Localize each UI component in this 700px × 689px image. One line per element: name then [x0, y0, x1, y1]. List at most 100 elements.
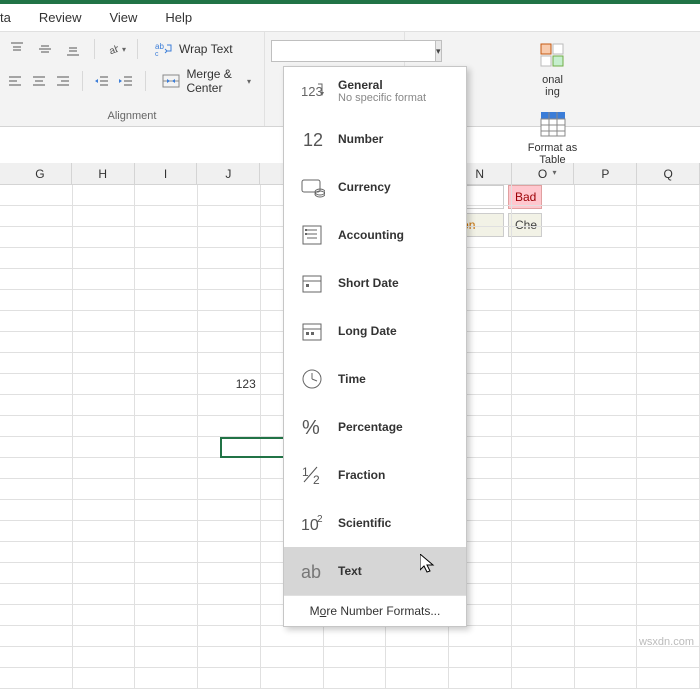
cell[interactable] — [637, 206, 700, 227]
cell[interactable] — [10, 290, 73, 311]
cell[interactable] — [135, 395, 198, 416]
cell[interactable] — [637, 584, 700, 605]
cell[interactable] — [575, 521, 638, 542]
format-option-shortdate[interactable]: Short Date — [284, 259, 466, 307]
cell[interactable] — [73, 206, 136, 227]
cell[interactable] — [73, 374, 136, 395]
cell[interactable] — [135, 437, 198, 458]
format-option-number[interactable]: 12Number — [284, 115, 466, 163]
cell[interactable] — [73, 185, 136, 206]
cell[interactable] — [135, 500, 198, 521]
cell[interactable] — [637, 332, 700, 353]
cell[interactable] — [73, 332, 136, 353]
cell[interactable] — [198, 584, 261, 605]
cell[interactable] — [512, 668, 575, 689]
cell[interactable] — [512, 395, 575, 416]
cell[interactable] — [575, 206, 638, 227]
cell[interactable] — [73, 458, 136, 479]
cell[interactable] — [637, 374, 700, 395]
cell[interactable] — [637, 458, 700, 479]
cell[interactable] — [575, 500, 638, 521]
decrease-indent-icon[interactable] — [93, 70, 111, 92]
cell[interactable] — [198, 500, 261, 521]
cell[interactable] — [10, 374, 73, 395]
cell[interactable] — [198, 227, 261, 248]
cell[interactable] — [575, 332, 638, 353]
cell[interactable] — [73, 227, 136, 248]
cell[interactable] — [198, 437, 261, 458]
cell[interactable] — [637, 437, 700, 458]
cell[interactable] — [449, 668, 512, 689]
cell[interactable] — [135, 206, 198, 227]
cell[interactable] — [637, 185, 700, 206]
cell[interactable] — [135, 185, 198, 206]
cell[interactable] — [575, 437, 638, 458]
cell[interactable] — [637, 647, 700, 668]
cell[interactable] — [512, 206, 575, 227]
cell[interactable] — [198, 479, 261, 500]
cell[interactable] — [637, 290, 700, 311]
format-option-currency[interactable]: Currency — [284, 163, 466, 211]
cell[interactable] — [10, 563, 73, 584]
cell[interactable] — [198, 668, 261, 689]
increase-indent-icon[interactable] — [117, 70, 135, 92]
cell[interactable] — [575, 353, 638, 374]
cell[interactable] — [73, 563, 136, 584]
cell[interactable] — [73, 248, 136, 269]
cell[interactable] — [198, 647, 261, 668]
cell[interactable] — [386, 647, 449, 668]
cell[interactable] — [135, 248, 198, 269]
format-option-accounting[interactable]: Accounting — [284, 211, 466, 259]
cell[interactable] — [135, 479, 198, 500]
format-option-percentage[interactable]: %Percentage — [284, 403, 466, 451]
col-header[interactable]: H — [72, 163, 135, 184]
cell[interactable] — [198, 311, 261, 332]
cell[interactable] — [575, 626, 638, 647]
cell[interactable] — [10, 458, 73, 479]
format-option-fraction[interactable]: 12Fraction — [284, 451, 466, 499]
cell[interactable] — [135, 332, 198, 353]
menu-view[interactable]: View — [109, 10, 137, 25]
cell[interactable] — [73, 647, 136, 668]
cell[interactable] — [198, 332, 261, 353]
cell[interactable] — [135, 668, 198, 689]
cell[interactable] — [135, 416, 198, 437]
cell[interactable] — [10, 500, 73, 521]
cell[interactable] — [637, 227, 700, 248]
cell[interactable] — [575, 269, 638, 290]
cell[interactable] — [73, 311, 136, 332]
cell[interactable] — [10, 353, 73, 374]
cell[interactable] — [198, 290, 261, 311]
cell[interactable] — [575, 668, 638, 689]
format-option-general[interactable]: 123GeneralNo specific format — [284, 67, 466, 115]
cell[interactable] — [575, 185, 638, 206]
cell[interactable] — [73, 542, 136, 563]
cell[interactable] — [198, 626, 261, 647]
cell[interactable] — [135, 563, 198, 584]
cell[interactable] — [10, 521, 73, 542]
cell[interactable] — [10, 605, 73, 626]
cell[interactable] — [135, 311, 198, 332]
cell[interactable] — [10, 542, 73, 563]
cell[interactable] — [135, 353, 198, 374]
cell[interactable] — [512, 458, 575, 479]
cell[interactable] — [637, 521, 700, 542]
cell[interactable] — [198, 605, 261, 626]
cell[interactable] — [73, 479, 136, 500]
cell[interactable] — [10, 626, 73, 647]
cell[interactable] — [10, 584, 73, 605]
cell[interactable] — [512, 185, 575, 206]
cell[interactable] — [637, 500, 700, 521]
cell[interactable] — [73, 626, 136, 647]
cell[interactable] — [10, 311, 73, 332]
orientation-icon[interactable]: ab▾ — [105, 38, 127, 60]
menu-data[interactable]: ta — [0, 10, 11, 25]
cell[interactable] — [198, 185, 261, 206]
merge-center-button[interactable]: Merge & Center ▾ — [155, 64, 258, 98]
cell[interactable] — [512, 521, 575, 542]
menu-review[interactable]: Review — [39, 10, 82, 25]
cell[interactable] — [637, 563, 700, 584]
cell[interactable] — [637, 416, 700, 437]
cell[interactable] — [198, 542, 261, 563]
cell[interactable] — [135, 626, 198, 647]
